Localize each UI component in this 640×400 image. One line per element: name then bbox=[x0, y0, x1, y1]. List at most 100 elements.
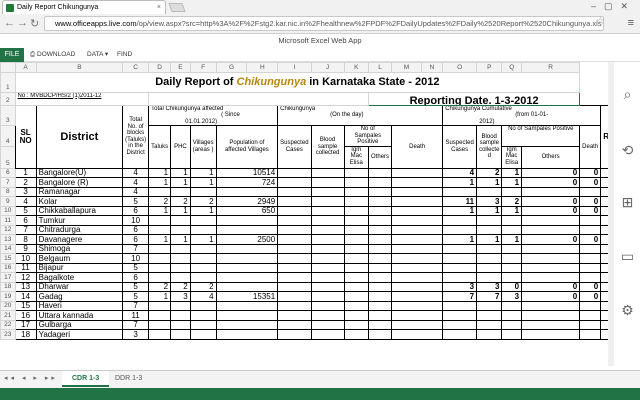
cell-district[interactable]: Bangalore(U) bbox=[35, 167, 124, 178]
row-header[interactable]: 19 bbox=[0, 291, 16, 302]
cell-blocks[interactable]: 5 bbox=[122, 281, 150, 292]
cell-villages[interactable] bbox=[189, 253, 217, 264]
cell-c-oth[interactable]: 0 bbox=[521, 196, 581, 207]
cell-pop[interactable] bbox=[215, 224, 279, 235]
cell-sl[interactable]: 8 bbox=[14, 234, 37, 245]
col-header[interactable]: L bbox=[368, 62, 393, 73]
col-header[interactable]: R bbox=[521, 62, 581, 73]
cell-district[interactable]: Gadag bbox=[35, 291, 124, 302]
cell-sl[interactable]: 10 bbox=[14, 253, 37, 264]
cell-d-igm[interactable] bbox=[343, 167, 370, 178]
cell-villages[interactable] bbox=[189, 272, 217, 283]
cell-d-igm[interactable] bbox=[343, 272, 370, 283]
cell-c-blood[interactable] bbox=[476, 243, 503, 254]
cell-district[interactable]: Belgaum bbox=[35, 253, 124, 264]
row-header[interactable]: 13 bbox=[0, 234, 16, 245]
villages-header[interactable]: Villages (areas ) bbox=[189, 125, 217, 169]
cell-c-oth[interactable] bbox=[521, 186, 581, 197]
cell-taluks[interactable] bbox=[148, 272, 172, 283]
row-header[interactable]: 3 bbox=[0, 104, 16, 126]
cell-sl[interactable]: 14 bbox=[14, 291, 37, 302]
col-header[interactable]: G bbox=[215, 62, 248, 73]
cell-d-susp[interactable] bbox=[277, 281, 312, 292]
cell-c-susp[interactable] bbox=[442, 262, 478, 273]
cell-d-death[interactable] bbox=[391, 234, 444, 245]
cell-sl[interactable]: 18 bbox=[14, 329, 37, 340]
row-header[interactable]: 8 bbox=[0, 186, 16, 197]
cell-sl[interactable]: 3 bbox=[14, 186, 37, 197]
cell-d-death[interactable] bbox=[391, 329, 444, 340]
row-header[interactable]: 12 bbox=[0, 224, 16, 235]
col-header[interactable]: O bbox=[442, 62, 478, 73]
devices-charm-icon[interactable]: ▭ bbox=[619, 248, 636, 265]
cell-d-death[interactable] bbox=[391, 196, 444, 207]
cum-others-header[interactable]: Others bbox=[521, 145, 581, 169]
cell-pop[interactable] bbox=[215, 329, 279, 340]
cell-d-susp[interactable] bbox=[277, 167, 312, 178]
cell-c-igm[interactable] bbox=[501, 224, 523, 235]
search-charm-icon[interactable]: ⌕ bbox=[619, 86, 636, 103]
total-affected-header[interactable]: Total Chikungunya affected( Since 01.01.2… bbox=[148, 104, 279, 126]
cell-c-oth[interactable] bbox=[521, 300, 581, 311]
cell-blocks[interactable]: 10 bbox=[122, 253, 150, 264]
cell-d-oth[interactable] bbox=[368, 310, 393, 321]
others-header[interactable]: Others bbox=[368, 145, 393, 169]
cell-district[interactable]: Kolar bbox=[35, 196, 124, 207]
cell-d-death[interactable] bbox=[391, 291, 444, 302]
cell-blocks[interactable]: 7 bbox=[122, 319, 150, 330]
cell-c-death[interactable]: 0 bbox=[579, 291, 602, 302]
cell-taluks[interactable]: 2 bbox=[148, 281, 172, 292]
cell-d-oth[interactable] bbox=[368, 196, 393, 207]
cell-sl[interactable]: 9 bbox=[14, 243, 37, 254]
col-header[interactable]: J bbox=[310, 62, 345, 73]
cell-d-blood[interactable] bbox=[310, 243, 345, 254]
cell-phc[interactable] bbox=[170, 272, 191, 283]
cell-c-death[interactable]: 0 bbox=[579, 196, 602, 207]
cell-phc[interactable] bbox=[170, 262, 191, 273]
cell-d-blood[interactable] bbox=[310, 177, 345, 188]
settings-charm-icon[interactable]: ⚙ bbox=[619, 302, 636, 319]
cell-phc[interactable]: 2 bbox=[170, 281, 191, 292]
cell-blocks[interactable]: 5 bbox=[122, 262, 150, 273]
reporting-date[interactable]: Reporting Date. 1-3-2012 bbox=[368, 91, 581, 106]
cell-c-death[interactable] bbox=[579, 310, 602, 321]
cell-c-igm[interactable] bbox=[501, 272, 523, 283]
cell-c-blood[interactable] bbox=[476, 262, 503, 273]
cell-d-igm[interactable] bbox=[343, 253, 370, 264]
cell-pop[interactable]: 2500 bbox=[215, 234, 279, 245]
cell-taluks[interactable] bbox=[148, 186, 172, 197]
cell-blocks[interactable]: 5 bbox=[122, 291, 150, 302]
cell-d-igm[interactable] bbox=[343, 291, 370, 302]
cell-d-susp[interactable] bbox=[277, 291, 312, 302]
col-header[interactable]: I bbox=[277, 62, 312, 73]
cell-d-igm[interactable] bbox=[343, 224, 370, 235]
cell-villages[interactable]: 1 bbox=[189, 234, 217, 245]
col-header[interactable]: D bbox=[148, 62, 172, 73]
row-header[interactable]: 23 bbox=[0, 329, 16, 340]
sheet-tab[interactable]: DDR 1-3 bbox=[105, 371, 152, 387]
cell-d-blood[interactable] bbox=[310, 262, 345, 273]
cell-c-oth[interactable]: 0 bbox=[521, 205, 581, 216]
cell-c-oth[interactable] bbox=[521, 310, 581, 321]
cell-c-susp[interactable] bbox=[442, 319, 478, 330]
cell-pop[interactable] bbox=[215, 215, 279, 226]
cell-c-igm[interactable] bbox=[501, 300, 523, 311]
col-header[interactable]: N bbox=[420, 62, 444, 73]
cell-phc[interactable] bbox=[170, 319, 191, 330]
cell-sl[interactable]: 13 bbox=[14, 281, 37, 292]
cell-villages[interactable] bbox=[189, 310, 217, 321]
taluks-header[interactable]: Taluks bbox=[148, 125, 172, 169]
cell-taluks[interactable]: 2 bbox=[148, 196, 172, 207]
cell-d-blood[interactable] bbox=[310, 167, 345, 178]
cell-d-susp[interactable] bbox=[277, 319, 312, 330]
cell-c-blood[interactable]: 1 bbox=[476, 177, 503, 188]
cell-d-oth[interactable] bbox=[368, 329, 393, 340]
cell-blocks[interactable]: 10 bbox=[122, 215, 150, 226]
cell-c-igm[interactable] bbox=[501, 329, 523, 340]
cell-blocks[interactable]: 5 bbox=[122, 196, 150, 207]
cell-pop[interactable] bbox=[215, 319, 279, 330]
row-header[interactable]: 2 bbox=[0, 91, 16, 106]
cell-c-oth[interactable]: 0 bbox=[521, 234, 581, 245]
cell-d-susp[interactable] bbox=[277, 243, 312, 254]
cell-c-igm[interactable]: 1 bbox=[501, 234, 523, 245]
